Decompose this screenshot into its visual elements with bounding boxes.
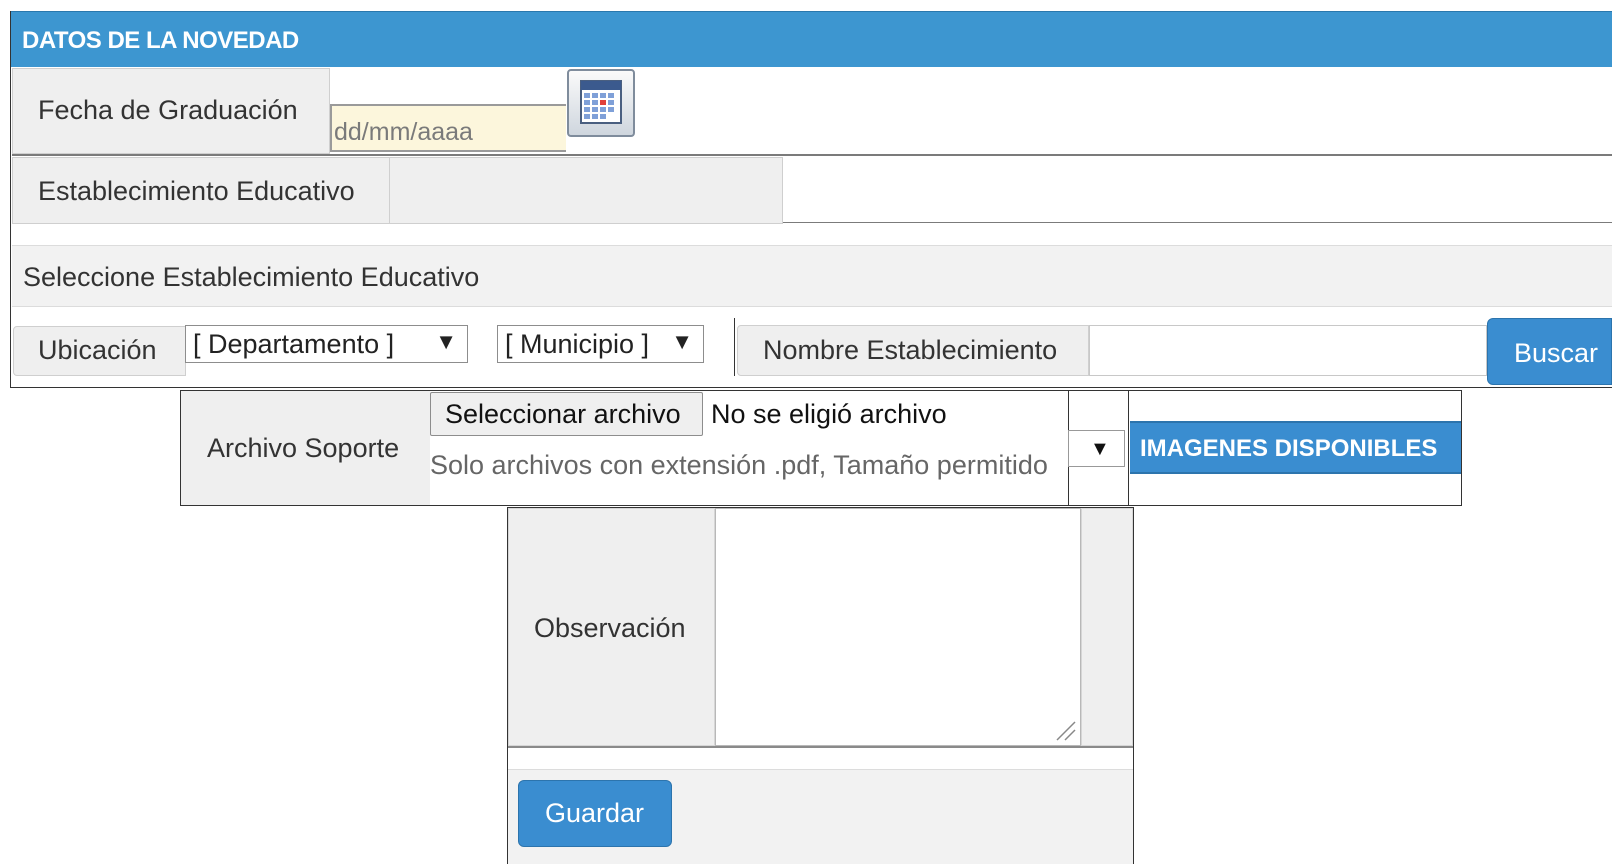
imagenes-disponibles-button[interactable]: IMAGENES DISPONIBLES	[1130, 421, 1461, 474]
row-divider	[12, 154, 1612, 156]
calendar-icon	[580, 80, 622, 124]
archivo-soporte-label: Archivo Soporte	[181, 391, 430, 505]
guardar-button-label: Guardar	[545, 798, 645, 828]
nombre-establecimiento-label: Nombre Establecimiento	[737, 325, 1089, 376]
ubicacion-label-text: Ubicación	[38, 335, 157, 365]
nombre-establecimiento-label-text: Nombre Establecimiento	[763, 335, 1058, 365]
archivo-status: No se eligió archivo	[711, 399, 947, 429]
chevron-down-icon: ▼	[671, 329, 693, 354]
municipio-selected: [ Municipio ]	[505, 329, 650, 359]
buscar-button[interactable]: Buscar	[1487, 318, 1612, 385]
imagenes-disponibles-label: IMAGENES DISPONIBLES	[1140, 435, 1438, 462]
imagenes-dropdown-toggle[interactable]: ▼	[1068, 430, 1125, 467]
section-header: DATOS DE LA NOVEDAD	[11, 11, 1612, 67]
departamento-selected: [ Departamento ]	[193, 329, 395, 359]
observacion-label: Observación	[508, 508, 715, 746]
fecha-graduacion-label: Fecha de Graduación	[12, 68, 330, 154]
resize-grip-icon[interactable]	[1053, 718, 1077, 742]
column-divider	[1128, 391, 1129, 505]
seleccione-establecimiento-row: Seleccione Establecimiento Educativo	[12, 245, 1612, 307]
row-divider	[783, 222, 1612, 223]
row-divider	[508, 746, 1133, 748]
fecha-graduacion-input[interactable]: dd/mm/aaaa	[330, 104, 566, 152]
observacion-label-text: Observación	[534, 613, 686, 643]
nombre-establecimiento-input[interactable]	[1089, 325, 1487, 376]
establecimiento-value	[390, 157, 783, 224]
archivo-soporte-label-text: Archivo Soporte	[207, 433, 400, 463]
section-title: DATOS DE LA NOVEDAD	[22, 27, 299, 54]
seleccione-establecimiento-heading: Seleccione Establecimiento Educativo	[23, 262, 480, 292]
chevron-down-icon: ▼	[435, 329, 457, 354]
fecha-placeholder: dd/mm/aaaa	[334, 118, 473, 146]
calendar-button[interactable]	[567, 69, 635, 137]
guardar-button[interactable]: Guardar	[518, 780, 672, 847]
observacion-side-cell	[1081, 508, 1133, 746]
observacion-textarea[interactable]	[715, 508, 1081, 746]
seleccionar-archivo-button[interactable]: Seleccionar archivo	[430, 392, 703, 436]
seleccionar-archivo-label: Seleccionar archivo	[445, 399, 681, 429]
establecimiento-label-text: Establecimiento Educativo	[38, 176, 355, 206]
buscar-button-label: Buscar	[1514, 338, 1599, 368]
municipio-select[interactable]: [ Municipio ] ▼	[497, 325, 704, 363]
archivo-hint: Solo archivos con extensión .pdf, Tamaño…	[430, 450, 1048, 480]
ubicacion-label: Ubicación	[13, 326, 186, 376]
establecimiento-label: Establecimiento Educativo	[12, 157, 390, 224]
fecha-graduacion-label-text: Fecha de Graduación	[38, 95, 298, 125]
chevron-down-icon: ▼	[1090, 438, 1110, 460]
departamento-select[interactable]: [ Departamento ] ▼	[185, 325, 468, 363]
